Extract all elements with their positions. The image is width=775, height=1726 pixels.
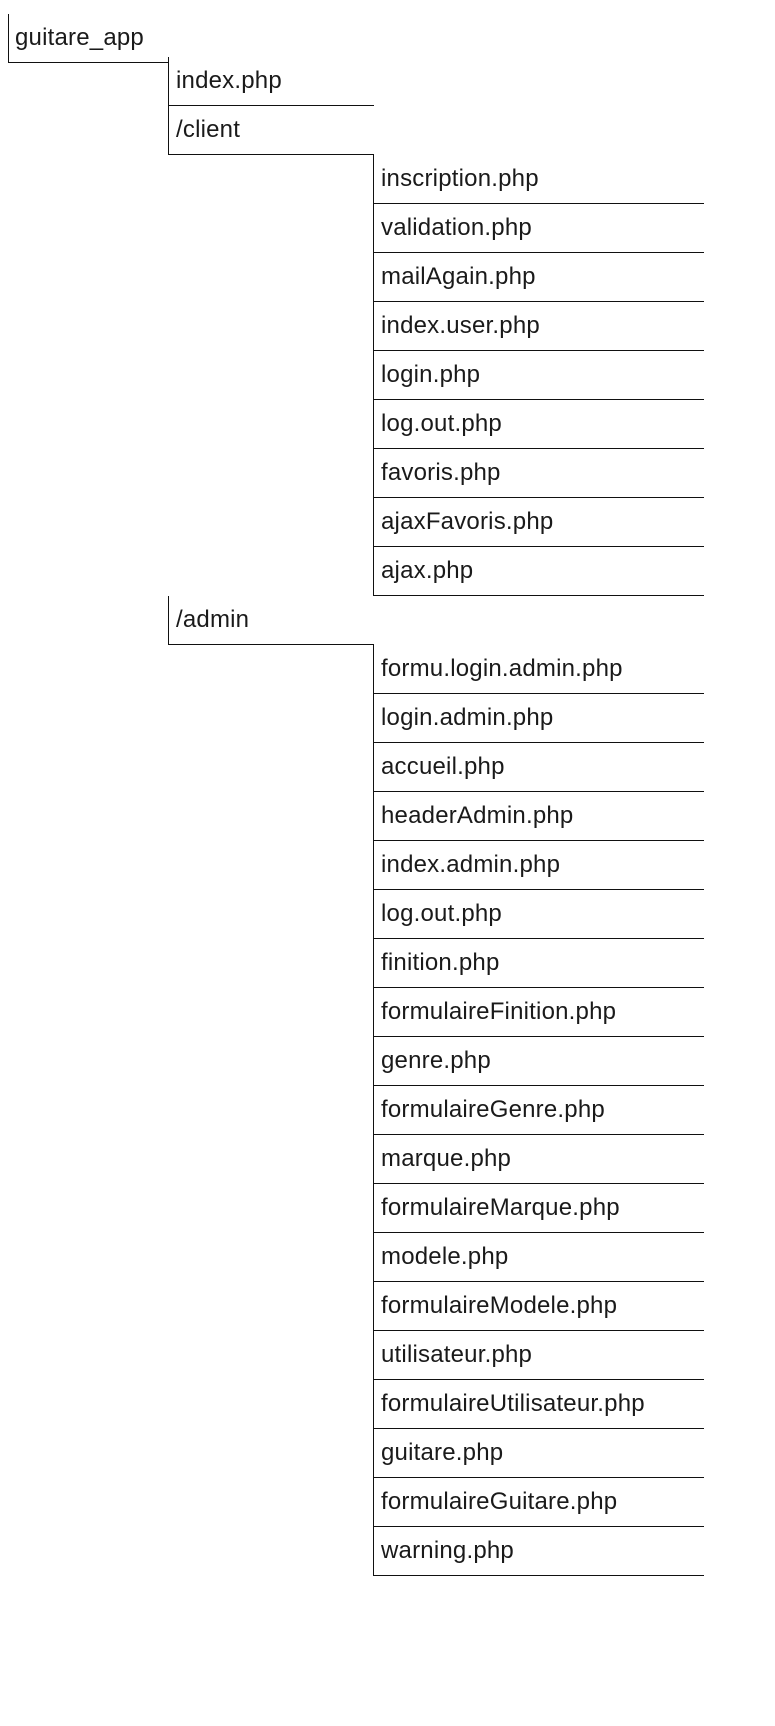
client-file-item: ajaxFavoris.php: [373, 498, 704, 547]
admin-file-item: marque.php: [373, 1135, 704, 1184]
admin-file-item: formu.login.admin.php: [373, 645, 704, 694]
file-index-php: index.php: [168, 57, 374, 106]
client-file-item: ajax.php: [373, 547, 704, 596]
client-file-item: validation.php: [373, 204, 704, 253]
client-file-item: login.php: [373, 351, 704, 400]
admin-file-item: formulaireModele.php: [373, 1282, 704, 1331]
admin-file-item: genre.php: [373, 1037, 704, 1086]
admin-file-item: headerAdmin.php: [373, 792, 704, 841]
admin-file-item: formulaireMarque.php: [373, 1184, 704, 1233]
admin-file-item: formulaireUtilisateur.php: [373, 1380, 704, 1429]
client-file-item: log.out.php: [373, 400, 704, 449]
client-file-item: inscription.php: [373, 155, 704, 204]
admin-file-item: accueil.php: [373, 743, 704, 792]
admin-file-item: guitare.php: [373, 1429, 704, 1478]
folder-admin: /admin: [168, 596, 374, 645]
admin-file-item: warning.php: [373, 1527, 704, 1576]
admin-file-item: formulaireFinition.php: [373, 988, 704, 1037]
file-tree-diagram: guitare_app index.php /client inscriptio…: [0, 0, 775, 1726]
admin-file-item: login.admin.php: [373, 694, 704, 743]
folder-client: /client: [168, 106, 374, 155]
root-folder-guitare-app: guitare_app: [8, 14, 169, 63]
admin-file-item: formulaireGuitare.php: [373, 1478, 704, 1527]
client-file-item: favoris.php: [373, 449, 704, 498]
admin-file-item: log.out.php: [373, 890, 704, 939]
admin-file-item: finition.php: [373, 939, 704, 988]
admin-file-item: index.admin.php: [373, 841, 704, 890]
admin-file-item: modele.php: [373, 1233, 704, 1282]
admin-file-item: formulaireGenre.php: [373, 1086, 704, 1135]
admin-file-item: utilisateur.php: [373, 1331, 704, 1380]
client-file-item: index.user.php: [373, 302, 704, 351]
client-file-item: mailAgain.php: [373, 253, 704, 302]
